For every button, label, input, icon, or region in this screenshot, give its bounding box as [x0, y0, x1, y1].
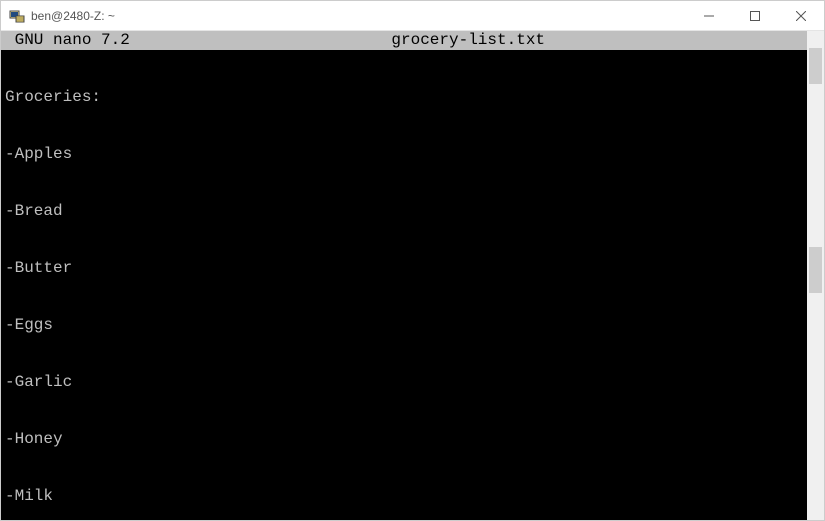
- window-frame: ben@2480-Z: ~ GNU nano 7.2 grocery-list.…: [0, 0, 825, 521]
- putty-icon: [9, 8, 25, 24]
- nano-filename: grocery-list.txt: [139, 31, 797, 50]
- editor-line: -Garlic: [5, 373, 807, 392]
- window-title: ben@2480-Z: ~: [31, 9, 115, 23]
- editor-line: -Bread: [5, 202, 807, 221]
- editor-body[interactable]: Groceries: -Apples -Bread -Butter -Eggs …: [1, 50, 807, 520]
- nano-app-name: GNU nano 7.2: [1, 31, 139, 50]
- minimize-button[interactable]: [686, 1, 732, 31]
- editor-line: Groceries:: [5, 88, 807, 107]
- editor-line: -Honey: [5, 430, 807, 449]
- editor-line: -Eggs: [5, 316, 807, 335]
- editor-line: -Butter: [5, 259, 807, 278]
- editor-line: -Apples: [5, 145, 807, 164]
- scrollbar-track[interactable]: [807, 48, 824, 503]
- maximize-button[interactable]: [732, 1, 778, 31]
- titlebar[interactable]: ben@2480-Z: ~: [1, 1, 824, 31]
- close-button[interactable]: [778, 1, 824, 31]
- nano-titlebar: GNU nano 7.2 grocery-list.txt: [1, 31, 807, 50]
- scrollbar-thumb[interactable]: [809, 247, 822, 293]
- terminal[interactable]: GNU nano 7.2 grocery-list.txt Groceries:…: [1, 31, 824, 520]
- scrollbar[interactable]: [807, 31, 824, 520]
- editor-line: -Milk: [5, 487, 807, 506]
- scrollbar-thumb[interactable]: [809, 48, 822, 84]
